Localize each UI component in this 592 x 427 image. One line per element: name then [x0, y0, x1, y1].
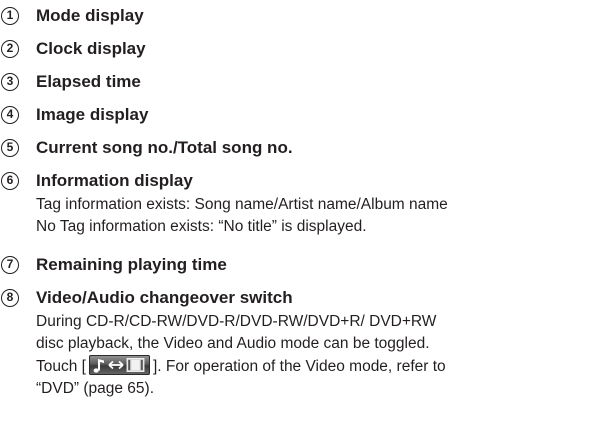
- item-title: Current song no./Total song no.: [36, 138, 293, 157]
- circled-number: 7: [1, 256, 19, 274]
- description-line: No Tag information exists: “No title” is…: [36, 218, 367, 235]
- circled-number: 2: [1, 40, 19, 58]
- circled-number: 6: [1, 172, 19, 190]
- item-title: Clock display: [36, 39, 146, 58]
- description-line-with-icon: Touch [ ]. For operation of the Video mo…: [36, 355, 592, 378]
- item-title: Information display: [36, 171, 193, 190]
- item-title: Mode display: [36, 6, 144, 25]
- description-line: disc playback, the Video and Audio mode …: [36, 335, 430, 352]
- description-line: During CD-R/CD-RW/DVD-R/DVD-RW/DVD+R/ DV…: [36, 313, 437, 330]
- touch-text-continued: ]. For operation of the Video mode, refe…: [152, 358, 446, 375]
- touch-text: Touch [: [36, 358, 86, 375]
- item-title: Image display: [36, 105, 149, 124]
- circled-number: 3: [1, 73, 19, 91]
- circled-number: 8: [1, 289, 19, 307]
- item-title: Video/Audio changeover switch: [36, 288, 293, 307]
- document-page: 1 Mode display 2 Clock display 3 Elapsed…: [0, 0, 592, 427]
- music-video-toggle-icon: [88, 355, 150, 375]
- circled-number: 5: [1, 139, 19, 157]
- circled-number: 4: [1, 106, 19, 124]
- description-line: “DVD” (page 65).: [36, 380, 155, 397]
- item-description: During CD-R/CD-RW/DVD-R/DVD-RW/DVD+R/ DV…: [36, 311, 592, 400]
- item-title: Elapsed time: [36, 72, 141, 91]
- item-description: Tag information exists: Song name/Artist…: [36, 194, 592, 238]
- description-line: Tag information exists: Song name/Artist…: [36, 196, 448, 213]
- circled-number: 1: [1, 7, 19, 25]
- item-title: Remaining playing time: [36, 255, 227, 274]
